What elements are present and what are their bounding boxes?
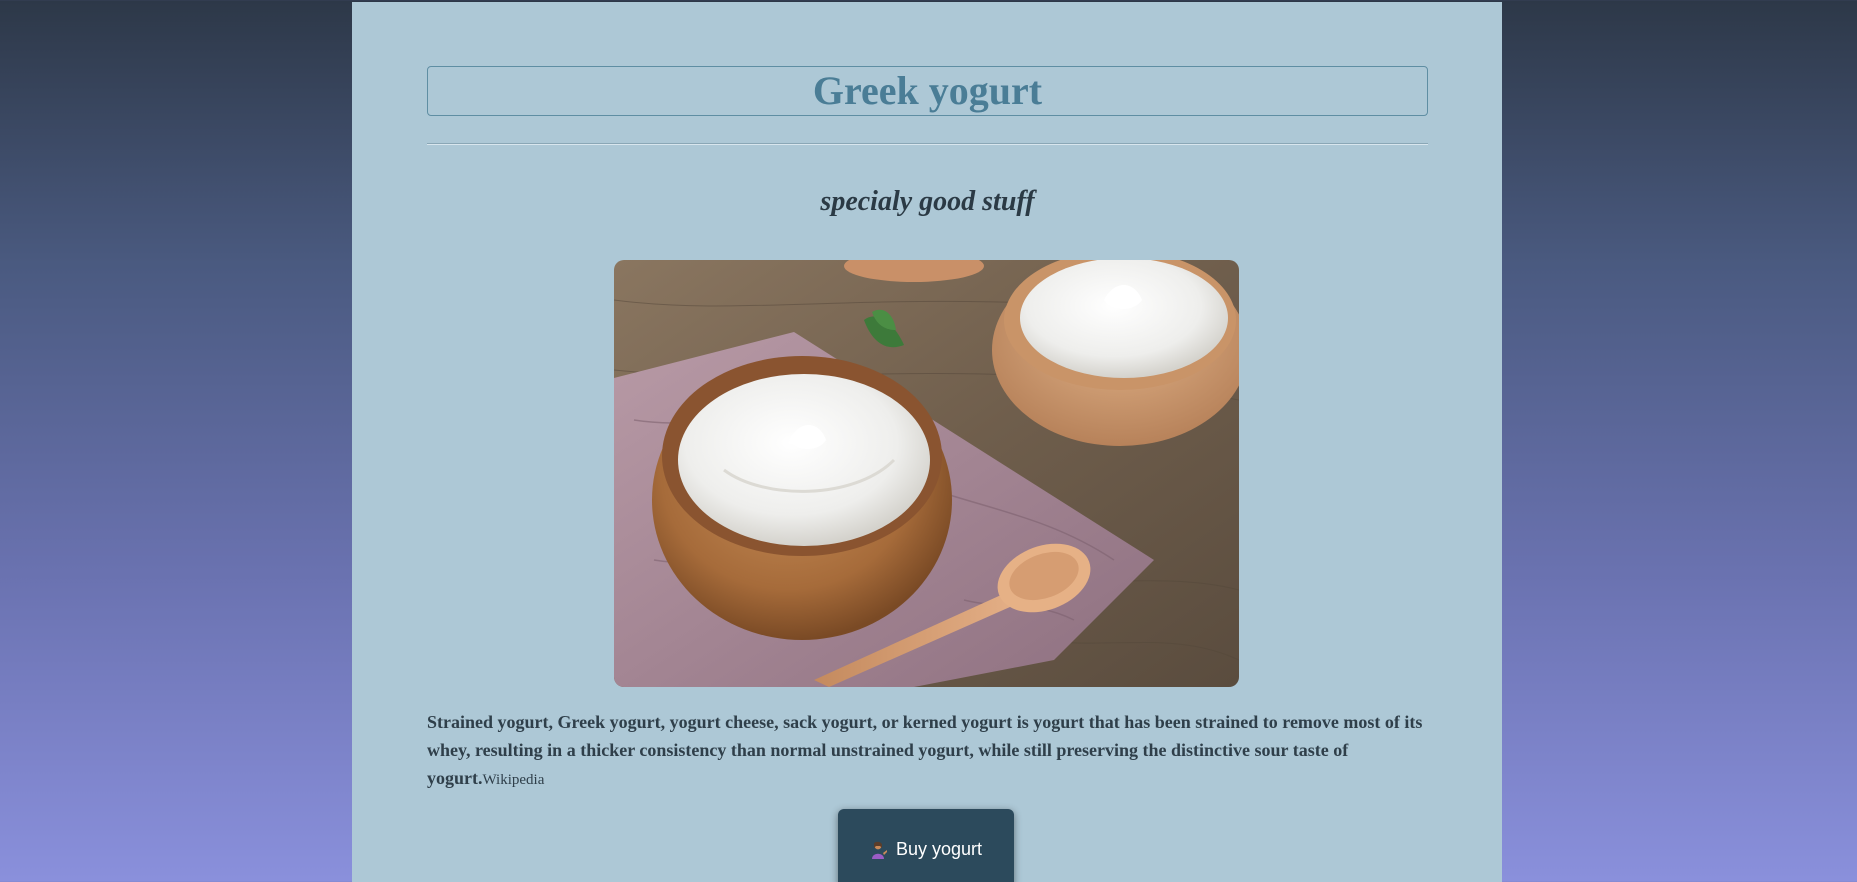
page-title: Greek yogurt [812,68,1043,113]
buy-yogurt-label: Buy yogurt [895,839,983,859]
buy-yogurt-button[interactable]: Buy yogurt [838,809,1014,882]
description-text: Strained yogurt, Greek yogurt, yogurt ch… [427,712,1423,788]
title-box: Greek yogurt [427,66,1428,116]
wikipedia-link[interactable]: Wikipedia [483,772,545,788]
page-subtitle: specialy good stuff [820,186,1035,217]
yogurt-photo [614,260,1239,687]
description: Strained yogurt, Greek yogurt, yogurt ch… [427,708,1428,794]
divider [427,143,1428,145]
person-tipping-hand-icon [870,841,888,859]
content-card: Greek yogurt specialy good stuff Straine… [352,2,1502,882]
